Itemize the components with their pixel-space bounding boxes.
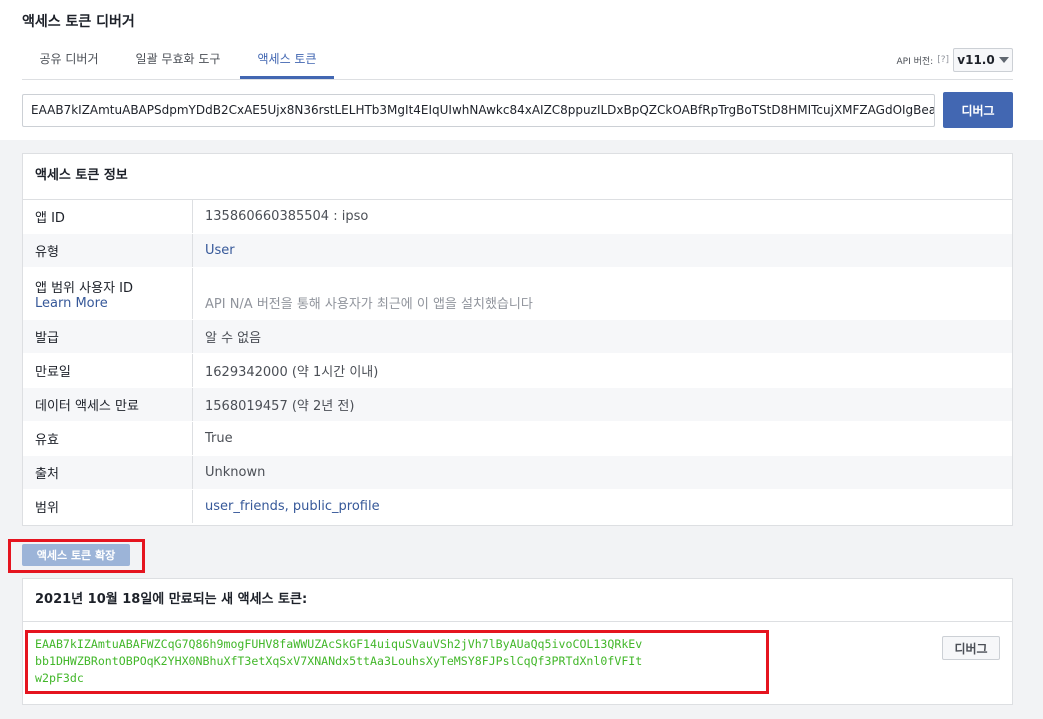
row-label: 만료일 [23,354,193,387]
api-help-link[interactable]: [?] [937,55,949,65]
row-value: Unknown [205,465,266,480]
row-value: 1568019457 (약 2년 전) [205,399,355,414]
row-label: 발급 [23,320,193,353]
row-label: 데이터 액세스 만료 [23,388,193,421]
token-line: w2pF3dc [35,671,84,685]
api-version-value: v11.0 [957,53,995,67]
api-version-group: API 버전: [?] v11.0 [896,48,1013,72]
row-label: 앱 ID [23,200,193,233]
new-token-debug-button[interactable]: 디버그 [942,636,1000,660]
tab-bar: 공유 디버거 일괄 무효화 도구 액세스 토큰 [22,41,1013,80]
table-row: 만료일 1629342000 (약 1시간 이내) [23,354,1012,388]
new-token-value: EAAB7kIZAmtuABAFWZCqG7Q86h9mogFUHV8faWWU… [35,636,770,687]
info-table: 앱 ID 135860660385504 : ipso 유형 User 앱 범위… [23,200,1012,524]
table-row: 출처 Unknown [23,456,1012,490]
api-version-label: API 버전: [896,56,934,67]
extend-access-token-button[interactable]: 액세스 토큰 확장 [22,544,130,566]
table-row: 발급 알 수 없음 [23,320,1012,354]
debug-button[interactable]: 디버그 [943,92,1013,128]
row-label: 유효 [23,422,193,455]
api-version-select[interactable]: v11.0 [953,48,1013,72]
new-token-title: 2021년 10월 18일에 만료되는 새 액세스 토큰: [23,579,1012,622]
row-label-text: 앱 범위 사용자 ID [35,280,134,296]
chevron-down-icon [998,57,1009,63]
table-row: 앱 ID 135860660385504 : ipso [23,200,1012,234]
panel-title: 액세스 토큰 정보 [23,154,1012,200]
table-row: 데이터 액세스 만료 1568019457 (약 2년 전) [23,388,1012,422]
learn-more-link[interactable]: Learn More [35,296,192,311]
row-label: 범위 [23,490,193,523]
row-value: True [205,431,233,446]
new-access-token-panel: 2021년 10월 18일에 만료되는 새 액세스 토큰: EAAB7kIZAm… [22,578,1013,705]
table-row: 앱 범위 사용자 ID Learn More API N/A 버전을 통해 사용… [23,268,1012,320]
row-value[interactable]: user_friends, public_profile [193,490,1012,523]
row-value: API N/A 버전을 통해 사용자가 최근에 이 앱을 설치했습니다 [205,297,533,312]
row-value: 알 수 없음 [205,331,262,346]
table-row: 유효 True [23,422,1012,456]
row-label: 유형 [23,234,193,267]
row-label: 앱 범위 사용자 ID Learn More [23,268,193,319]
token-input[interactable]: EAAB7kIZAmtuABAPSdpmYDdB2CxAE5Ujx8N36rst… [22,94,935,127]
tab-share-debugger[interactable]: 공유 디버거 [22,41,116,79]
row-value[interactable]: User [193,234,1012,267]
token-line: bb1DHWZBRontOBPOqK2YHX0NBhuXfT3etXqSxV7X… [35,654,643,668]
tab-access-token[interactable]: 액세스 토큰 [240,41,334,79]
row-value: 1629342000 (약 1시간 이내) [205,365,379,380]
page-title: 액세스 토큰 디버거 [22,14,135,30]
table-row: 유형 User [23,234,1012,268]
token-line: EAAB7kIZAmtuABAFWZCqG7Q86h9mogFUHV8faWWU… [35,637,643,651]
access-token-info-panel: 액세스 토큰 정보 앱 ID 135860660385504 : ipso 유형… [22,153,1013,526]
table-row: 범위 user_friends, public_profile [23,490,1012,524]
tab-batch-invalidator[interactable]: 일괄 무효화 도구 [116,41,240,79]
row-label: 출처 [23,456,193,489]
row-value: 135860660385504 : ipso [205,209,369,224]
